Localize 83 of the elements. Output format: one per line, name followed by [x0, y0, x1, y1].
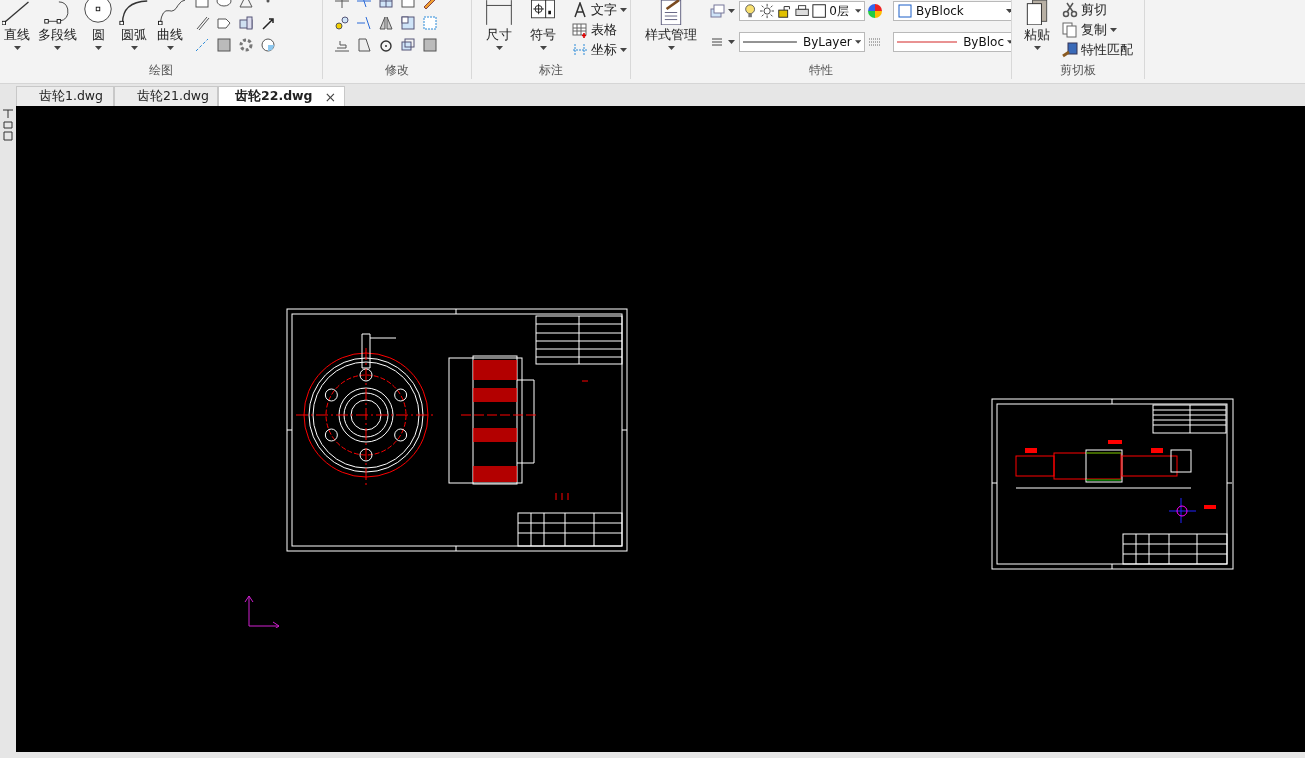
- ribbon-button[interactable]: 直线: [2, 0, 32, 50]
- caret-icon: [54, 46, 61, 50]
- hatch-edit-icon[interactable]: [422, 37, 438, 53]
- ribbon-button[interactable]: 粘贴: [1022, 0, 1052, 50]
- padlock-icon[interactable]: [777, 3, 792, 19]
- ribbon-button[interactable]: 坐标: [572, 41, 627, 59]
- caret-icon: [728, 40, 735, 44]
- rotate-icon[interactable]: [378, 37, 394, 53]
- linetype-dropdown[interactable]: ByLayer: [739, 32, 865, 52]
- ribbon-button[interactable]: 尺寸: [484, 0, 514, 50]
- caret-icon: [1033, 46, 1041, 50]
- caret-icon: [1110, 28, 1117, 32]
- letter-icon[interactable]: [572, 2, 588, 18]
- hatch-icon[interactable]: [216, 37, 232, 53]
- ribbon-button[interactable]: 曲线: [155, 0, 185, 50]
- caret-icon: [1006, 9, 1011, 13]
- caret-icon: [620, 48, 627, 52]
- drawing-canvas[interactable]: [16, 106, 1305, 752]
- document-tab[interactable]: 齿轮22.dwg ×: [218, 86, 346, 106]
- color-wheel-icon[interactable]: [867, 3, 883, 19]
- color-dropdown[interactable]: ByBlock: [893, 1, 1011, 21]
- ribbon-button[interactable]: 符号: [528, 0, 558, 50]
- caret-icon: [539, 46, 547, 50]
- caret-icon: [854, 40, 861, 44]
- caret-icon: [13, 46, 21, 50]
- caret-icon: [667, 46, 675, 50]
- line-sample-icon: [743, 40, 797, 44]
- region-icon[interactable]: [216, 15, 232, 31]
- linetype-value: ByLayer: [802, 35, 852, 49]
- ribbon-button[interactable]: 圆弧: [119, 0, 149, 50]
- mirror-icon[interactable]: [378, 15, 394, 31]
- copy-icon[interactable]: [1062, 22, 1078, 38]
- panel-title: 特性: [808, 62, 834, 79]
- ucs-axes-icon: [243, 594, 281, 628]
- ribbon-button[interactable]: 复制: [1062, 21, 1133, 39]
- ribbon-button[interactable]: 样式管理: [645, 0, 697, 50]
- caret-icon: [728, 9, 735, 13]
- box-icon[interactable]: [400, 37, 416, 53]
- caret-icon: [854, 9, 862, 13]
- ribbon-button[interactable]: 特性匹配: [1062, 41, 1133, 59]
- caret-icon: [495, 46, 503, 50]
- double-line-icon[interactable]: [194, 15, 210, 31]
- printer-icon[interactable]: [794, 3, 809, 19]
- lineweight-dropdown[interactable]: ByBloc: [893, 32, 1011, 52]
- layer-properties-button[interactable]: [709, 2, 737, 20]
- close-tab-button[interactable]: ×: [324, 88, 337, 105]
- panel-title: 修改: [384, 62, 410, 79]
- ribbon-button[interactable]: 文字: [572, 1, 627, 19]
- caret-icon: [166, 46, 174, 50]
- panel-title: 标注: [538, 62, 564, 79]
- lineweight-value: ByBloc: [963, 35, 1004, 49]
- ribbon-button[interactable]: 剪切: [1062, 1, 1133, 19]
- ribbon-button[interactable]: 表格: [572, 21, 627, 39]
- square-icon[interactable]: [811, 3, 827, 19]
- document-tab[interactable]: 齿轮21.dwg: [114, 86, 218, 106]
- block-icon[interactable]: [238, 15, 254, 31]
- caret-icon: [620, 8, 627, 12]
- ribbon-button[interactable]: 圆: [83, 0, 113, 50]
- document-tab[interactable]: 齿轮1.dwg: [16, 86, 114, 106]
- stretch-icon[interactable]: [356, 37, 372, 53]
- palette-icon[interactable]: [2, 106, 14, 144]
- dashed-line-icon[interactable]: [194, 37, 210, 53]
- scissors-icon[interactable]: [1062, 2, 1078, 18]
- scale-icon[interactable]: [400, 15, 416, 31]
- lightbulb-icon[interactable]: [743, 3, 758, 19]
- copy-icon[interactable]: [334, 15, 350, 31]
- caret-icon: [130, 46, 138, 50]
- match-brush-icon[interactable]: [1062, 42, 1078, 58]
- layer-dropdown[interactable]: 0层: [739, 1, 865, 21]
- caret-icon: [94, 46, 102, 50]
- panel-title: 剪切板: [1059, 62, 1097, 79]
- dimension-icon: [484, 0, 514, 25]
- sun-icon[interactable]: [760, 3, 775, 19]
- line-sample-icon: [897, 40, 958, 44]
- arrow-icon[interactable]: [260, 15, 276, 31]
- layers-icon[interactable]: [709, 3, 725, 19]
- layer-name: 0层: [829, 2, 849, 20]
- ribbon-button[interactable]: 多段线: [38, 0, 77, 50]
- panel-title: 绘图: [148, 62, 174, 79]
- pie-icon[interactable]: [260, 37, 276, 53]
- table-icon[interactable]: [572, 22, 588, 38]
- color-value: ByBlock: [916, 4, 964, 18]
- extend-icon[interactable]: [356, 15, 372, 31]
